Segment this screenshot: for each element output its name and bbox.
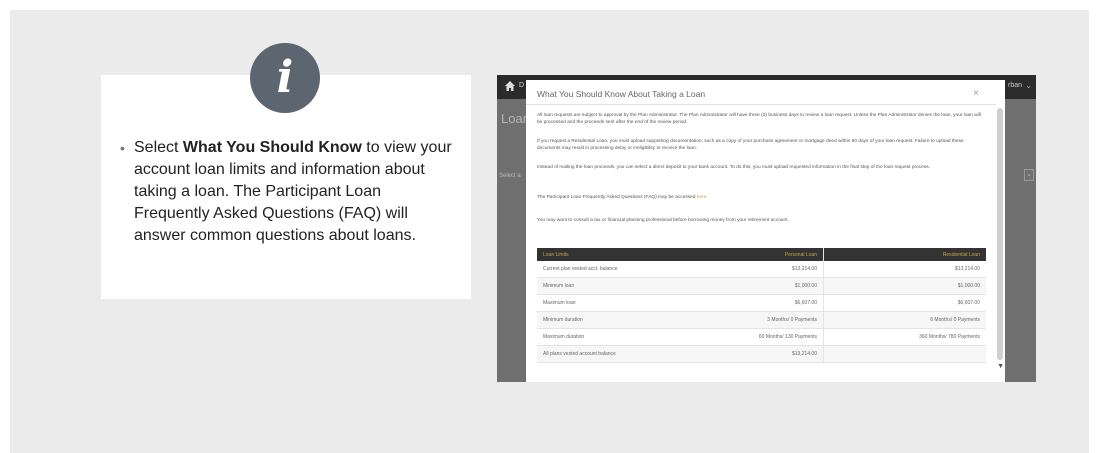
modal-scrollbar[interactable] — [997, 108, 1003, 360]
loan-limits-table: Loan Limits Personal Loan Residential Lo… — [537, 248, 986, 363]
personal-loan-value: $1,000.00 — [701, 277, 824, 295]
row-label: Current plan vested acct. balance — [537, 261, 701, 278]
row-label: Maximum duration — [537, 328, 701, 346]
residential-loan-value: $13,214.00 — [823, 261, 986, 278]
faq-link[interactable]: here — [697, 195, 707, 200]
approval-paragraph: All loan requests are subject to approva… — [537, 113, 981, 125]
info-icon: i — [250, 43, 320, 113]
instruction-bold-link-name: What You Should Know — [182, 139, 362, 156]
consult-paragraph: You may want to consult a tax or financi… — [537, 218, 789, 223]
row-label: Minimum duration — [537, 311, 701, 329]
user-name-fragment[interactable]: rban — [1008, 82, 1022, 89]
background-select-label: Select a — [499, 173, 521, 179]
table-row: Minimum loan $1,000.00 $1,000.00 — [537, 277, 986, 295]
faq-text: The Participant Loan Frequently Asked Qu… — [537, 195, 697, 200]
modal-title: What You Should Know About Taking a Loan — [537, 89, 706, 99]
residential-loan-value: 6 Months/ 0 Payments — [823, 311, 986, 329]
row-label: Maximum loan — [537, 294, 701, 312]
table-row: Maximum loan $6,607.00 $6,607.00 — [537, 294, 986, 312]
personal-loan-value: $6,607.00 — [701, 294, 824, 312]
nav-initial[interactable]: D — [519, 82, 524, 89]
home-icon[interactable] — [504, 80, 516, 92]
column-header-personal-loan: Personal Loan — [701, 248, 824, 261]
scroll-down-icon[interactable]: ▼ — [997, 363, 1004, 370]
row-label: All plans vested account balance — [537, 345, 701, 363]
chevron-down-icon[interactable]: ⌄ — [1025, 81, 1032, 90]
residential-paragraph: If you request a Residential Loan, you m… — [537, 139, 964, 151]
loan-info-modal: What You Should Know About Taking a Loan… — [526, 80, 1005, 382]
modal-divider — [526, 104, 996, 105]
faq-end: . — [706, 195, 708, 200]
residential-loan-value: $6,607.00 — [823, 294, 986, 312]
row-label: Minimum loan — [537, 277, 701, 295]
table-header-row: Loan Limits Personal Loan Residential Lo… — [537, 248, 986, 261]
residential-loan-value: $1,000.00 — [823, 277, 986, 295]
residential-loan-value: 360 Months/ 780 Payments — [823, 328, 986, 346]
personal-loan-value: $13,214.00 — [701, 345, 824, 363]
residential-loan-value — [823, 345, 986, 363]
table-row: Maximum duration 60 Months/ 130 Payments… — [537, 328, 986, 346]
table-row: Minimum duration 3 Months/ 0 Payments 6 … — [537, 311, 986, 329]
embedded-screenshot: D rban ⌄ Loan Select a ⌄ What You Should… — [497, 75, 1036, 382]
direct-deposit-paragraph: Instead of mailing the loan proceeds, yo… — [537, 165, 930, 170]
personal-loan-value: $13,214.00 — [701, 261, 824, 278]
background-dropdown-icon[interactable]: ⌄ — [1024, 169, 1034, 181]
close-icon[interactable]: × — [973, 88, 979, 99]
personal-loan-value: 3 Months/ 0 Payments — [701, 311, 824, 329]
instruction-prefix: Select — [134, 139, 183, 156]
instruction-text: Select What You Should Know to view your… — [134, 137, 454, 247]
column-header-loan-limits: Loan Limits — [537, 248, 701, 261]
bullet-point: • — [120, 140, 125, 156]
table-row: All plans vested account balance $13,214… — [537, 345, 986, 363]
faq-paragraph: The Participant Loan Frequently Asked Qu… — [537, 194, 985, 201]
table-row: Current plan vested acct. balance $13,21… — [537, 261, 986, 278]
column-header-residential-loan: Residential Loan — [823, 248, 986, 261]
personal-loan-value: 60 Months/ 130 Payments — [701, 328, 824, 346]
